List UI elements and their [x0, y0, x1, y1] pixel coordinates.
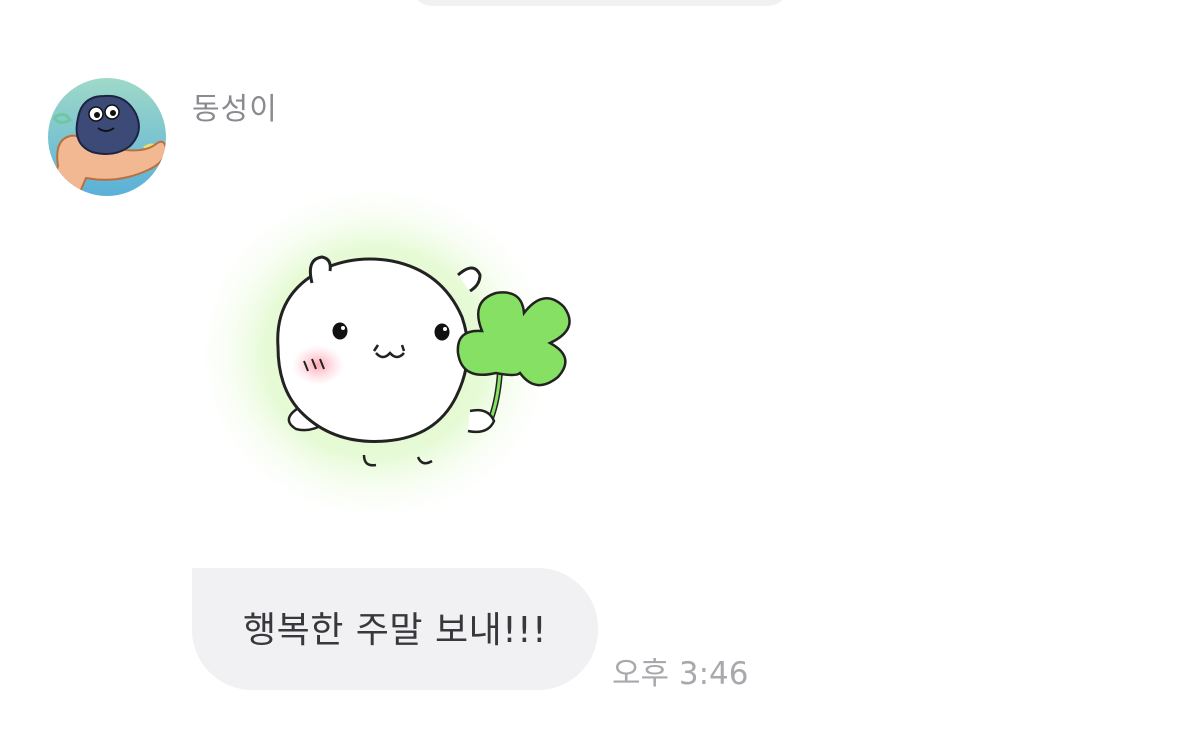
sender-name: 동성이	[192, 92, 278, 127]
rock-character-avatar-icon	[48, 78, 166, 196]
white-hamster-clover-sticker-icon	[205, 178, 575, 528]
sender-avatar[interactable]	[48, 78, 166, 196]
message-text: 행복한 주말 보내!!!	[242, 610, 548, 651]
previous-message-bubble[interactable]	[410, 0, 790, 6]
sticker-message[interactable]	[200, 175, 600, 535]
message-bubble[interactable]: 행복한 주말 보내!!!	[192, 568, 598, 690]
message-timestamp: 오후 3:46	[612, 656, 749, 692]
